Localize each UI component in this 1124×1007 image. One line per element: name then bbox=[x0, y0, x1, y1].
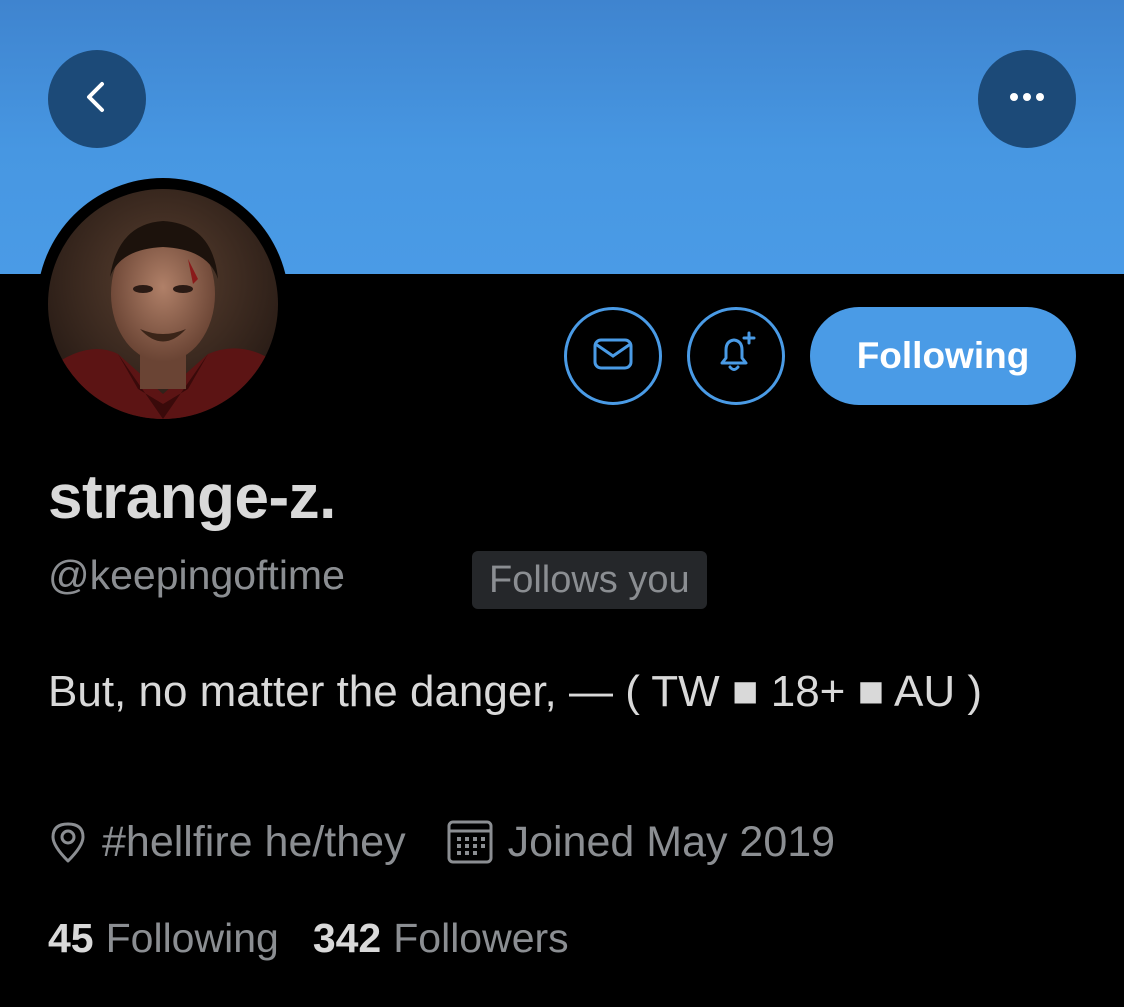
profile-meta: #hellfire he/they Joined May 2019 bbox=[48, 812, 835, 872]
display-name: strange-z. bbox=[48, 463, 336, 532]
followers-label[interactable]: Followers bbox=[393, 915, 568, 962]
following-button[interactable]: Following bbox=[810, 307, 1076, 405]
mail-icon bbox=[592, 337, 634, 376]
avatar-portrait bbox=[48, 189, 278, 419]
joined-date: Joined May 2019 bbox=[507, 817, 836, 866]
avatar[interactable] bbox=[48, 189, 278, 419]
profile-bio: But, no matter the danger, — ( TW ■ 18+ … bbox=[48, 667, 982, 716]
calendar-icon bbox=[446, 818, 494, 866]
user-handle: @keepingoftime bbox=[48, 552, 345, 598]
location-pin-icon bbox=[48, 820, 88, 864]
chevron-left-icon bbox=[77, 77, 117, 122]
message-button[interactable] bbox=[564, 307, 662, 405]
following-count[interactable]: 45 bbox=[48, 915, 94, 962]
profile-location: #hellfire he/they bbox=[102, 817, 406, 866]
bell-plus-icon bbox=[712, 330, 760, 383]
notify-button[interactable] bbox=[687, 307, 785, 405]
follows-you-badge: Follows you bbox=[472, 551, 707, 609]
more-options-button[interactable] bbox=[978, 50, 1076, 148]
following-label[interactable]: Following bbox=[106, 915, 279, 962]
back-button[interactable] bbox=[48, 50, 146, 148]
followers-count[interactable]: 342 bbox=[313, 915, 381, 962]
profile-stats: 45 Following 342 Followers bbox=[48, 908, 569, 968]
more-horizontal-icon bbox=[1007, 90, 1047, 108]
